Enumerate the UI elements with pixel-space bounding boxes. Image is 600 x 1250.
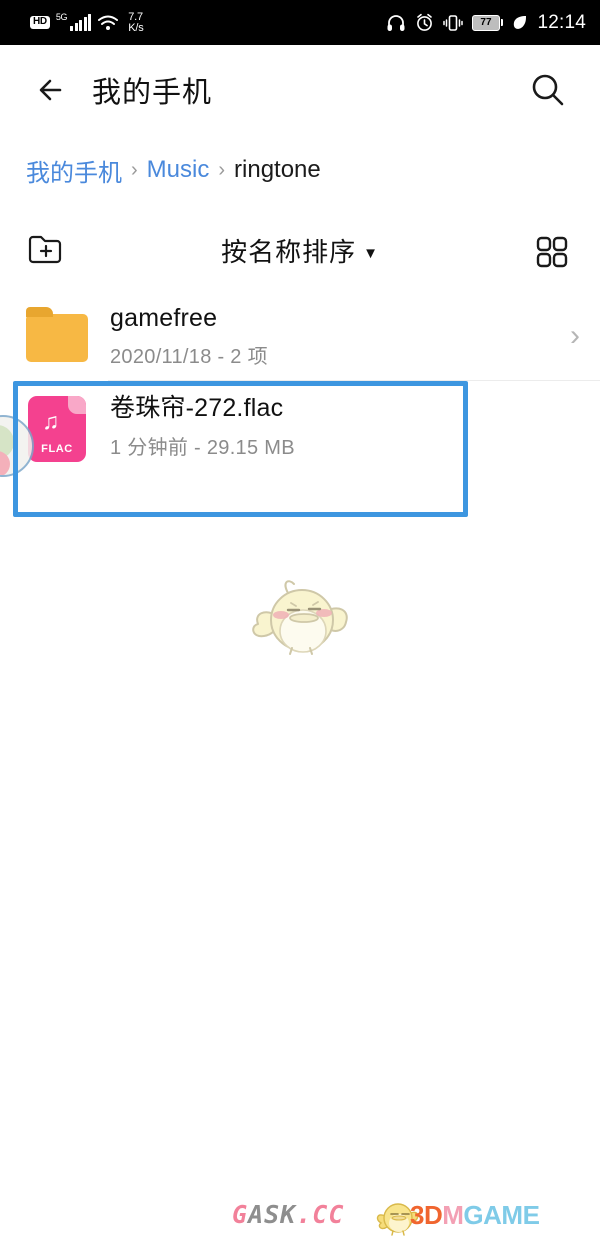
breadcrumb-separator: › [218, 158, 226, 181]
status-bar: HD 5G 7.7 K/s 77 12:14 [0, 0, 600, 45]
tdm-part-3: M [442, 1200, 464, 1230]
headphone-icon [386, 14, 406, 32]
page-title: 我的手机 [92, 77, 213, 109]
search-icon[interactable] [524, 67, 570, 113]
row-text-block: gamefree 2020/11/18 - 2 项 [110, 304, 268, 369]
network-speed-unit: K/s [128, 21, 144, 34]
app-bar: 我的手机 [0, 45, 600, 135]
hd-badge: HD [30, 16, 50, 29]
table-row[interactable]: gamefree 2020/11/18 - 2 项 › [0, 292, 600, 380]
gask-part-2: ASK [248, 1200, 297, 1229]
vibrate-icon [443, 14, 463, 32]
chevron-down-icon: ▼ [363, 244, 379, 262]
row-text-block: 卷珠帘-272.flac 1 分钟前 - 29.15 MB [110, 388, 295, 460]
file-name: 卷珠帘-272.flac [110, 394, 284, 422]
watermark-bar: GASK.CC 3DMGAME [0, 1198, 600, 1238]
tdm-part-2: D [423, 1200, 443, 1230]
table-row[interactable]: ♫ FLAC 卷珠帘-272.flac 1 分钟前 - 29.15 MB [0, 380, 600, 468]
sort-selector[interactable]: 按名称排序 ▼ [0, 232, 600, 269]
breadcrumb-item-0[interactable]: 我的手机 [26, 153, 122, 188]
toolbar: 按名称排序 ▼ [0, 215, 600, 285]
file-name: gamefree [110, 303, 218, 332]
sort-label: 按名称排序 [221, 236, 357, 267]
network-speed: 7.7 K/s [128, 10, 144, 34]
tdm-part-5: E [522, 1200, 540, 1230]
status-bar-right: 77 12:14 [386, 12, 586, 34]
chick-mascot-illustration [248, 568, 353, 663]
battery-tip [500, 19, 504, 26]
alarm-clock-icon [415, 13, 434, 32]
music-note-icon: ♫ [42, 408, 60, 434]
status-clock: 12:14 [537, 11, 586, 33]
grid-view-icon[interactable] [528, 226, 576, 274]
tdm-part-4: GAM [463, 1200, 523, 1230]
gask-part-3: .CC [296, 1200, 345, 1229]
network-speed-value: 7.7 [128, 10, 143, 23]
tdm-part-1: 3 [410, 1200, 424, 1230]
battery-level: 77 [471, 14, 500, 31]
chevron-right-icon[interactable]: › [570, 319, 580, 353]
gask-watermark: GASK.CC [232, 1200, 344, 1230]
file-meta: 2020/11/18 - 2 项 [110, 345, 268, 368]
breadcrumb: 我的手机 › Music › ringtone [0, 150, 600, 190]
gask-part-1: G [232, 1200, 249, 1229]
row-divider [108, 380, 600, 381]
leaf-icon [512, 14, 528, 31]
new-folder-icon[interactable] [24, 226, 72, 274]
network-type-label: 5G [55, 11, 68, 22]
status-bar-left: HD 5G 7.7 K/s [30, 10, 144, 34]
file-meta: 1 分钟前 - 29.15 MB [110, 437, 295, 459]
back-arrow-icon[interactable] [30, 68, 74, 112]
wifi-icon [97, 14, 119, 32]
breadcrumb-item-1[interactable]: Music [147, 156, 210, 184]
file-extension-label: FLAC [41, 443, 73, 455]
breadcrumb-separator: › [131, 158, 138, 181]
file-list: gamefree 2020/11/18 - 2 项 › ♫ FLAC 卷珠帘-2… [0, 292, 600, 468]
3dmgame-watermark: 3DMGAME [410, 1200, 540, 1230]
battery-indicator: 77 [471, 14, 504, 31]
breadcrumb-item-2[interactable]: ringtone [234, 156, 321, 184]
signal-strength-icon [70, 13, 92, 31]
folder-icon [22, 306, 90, 366]
